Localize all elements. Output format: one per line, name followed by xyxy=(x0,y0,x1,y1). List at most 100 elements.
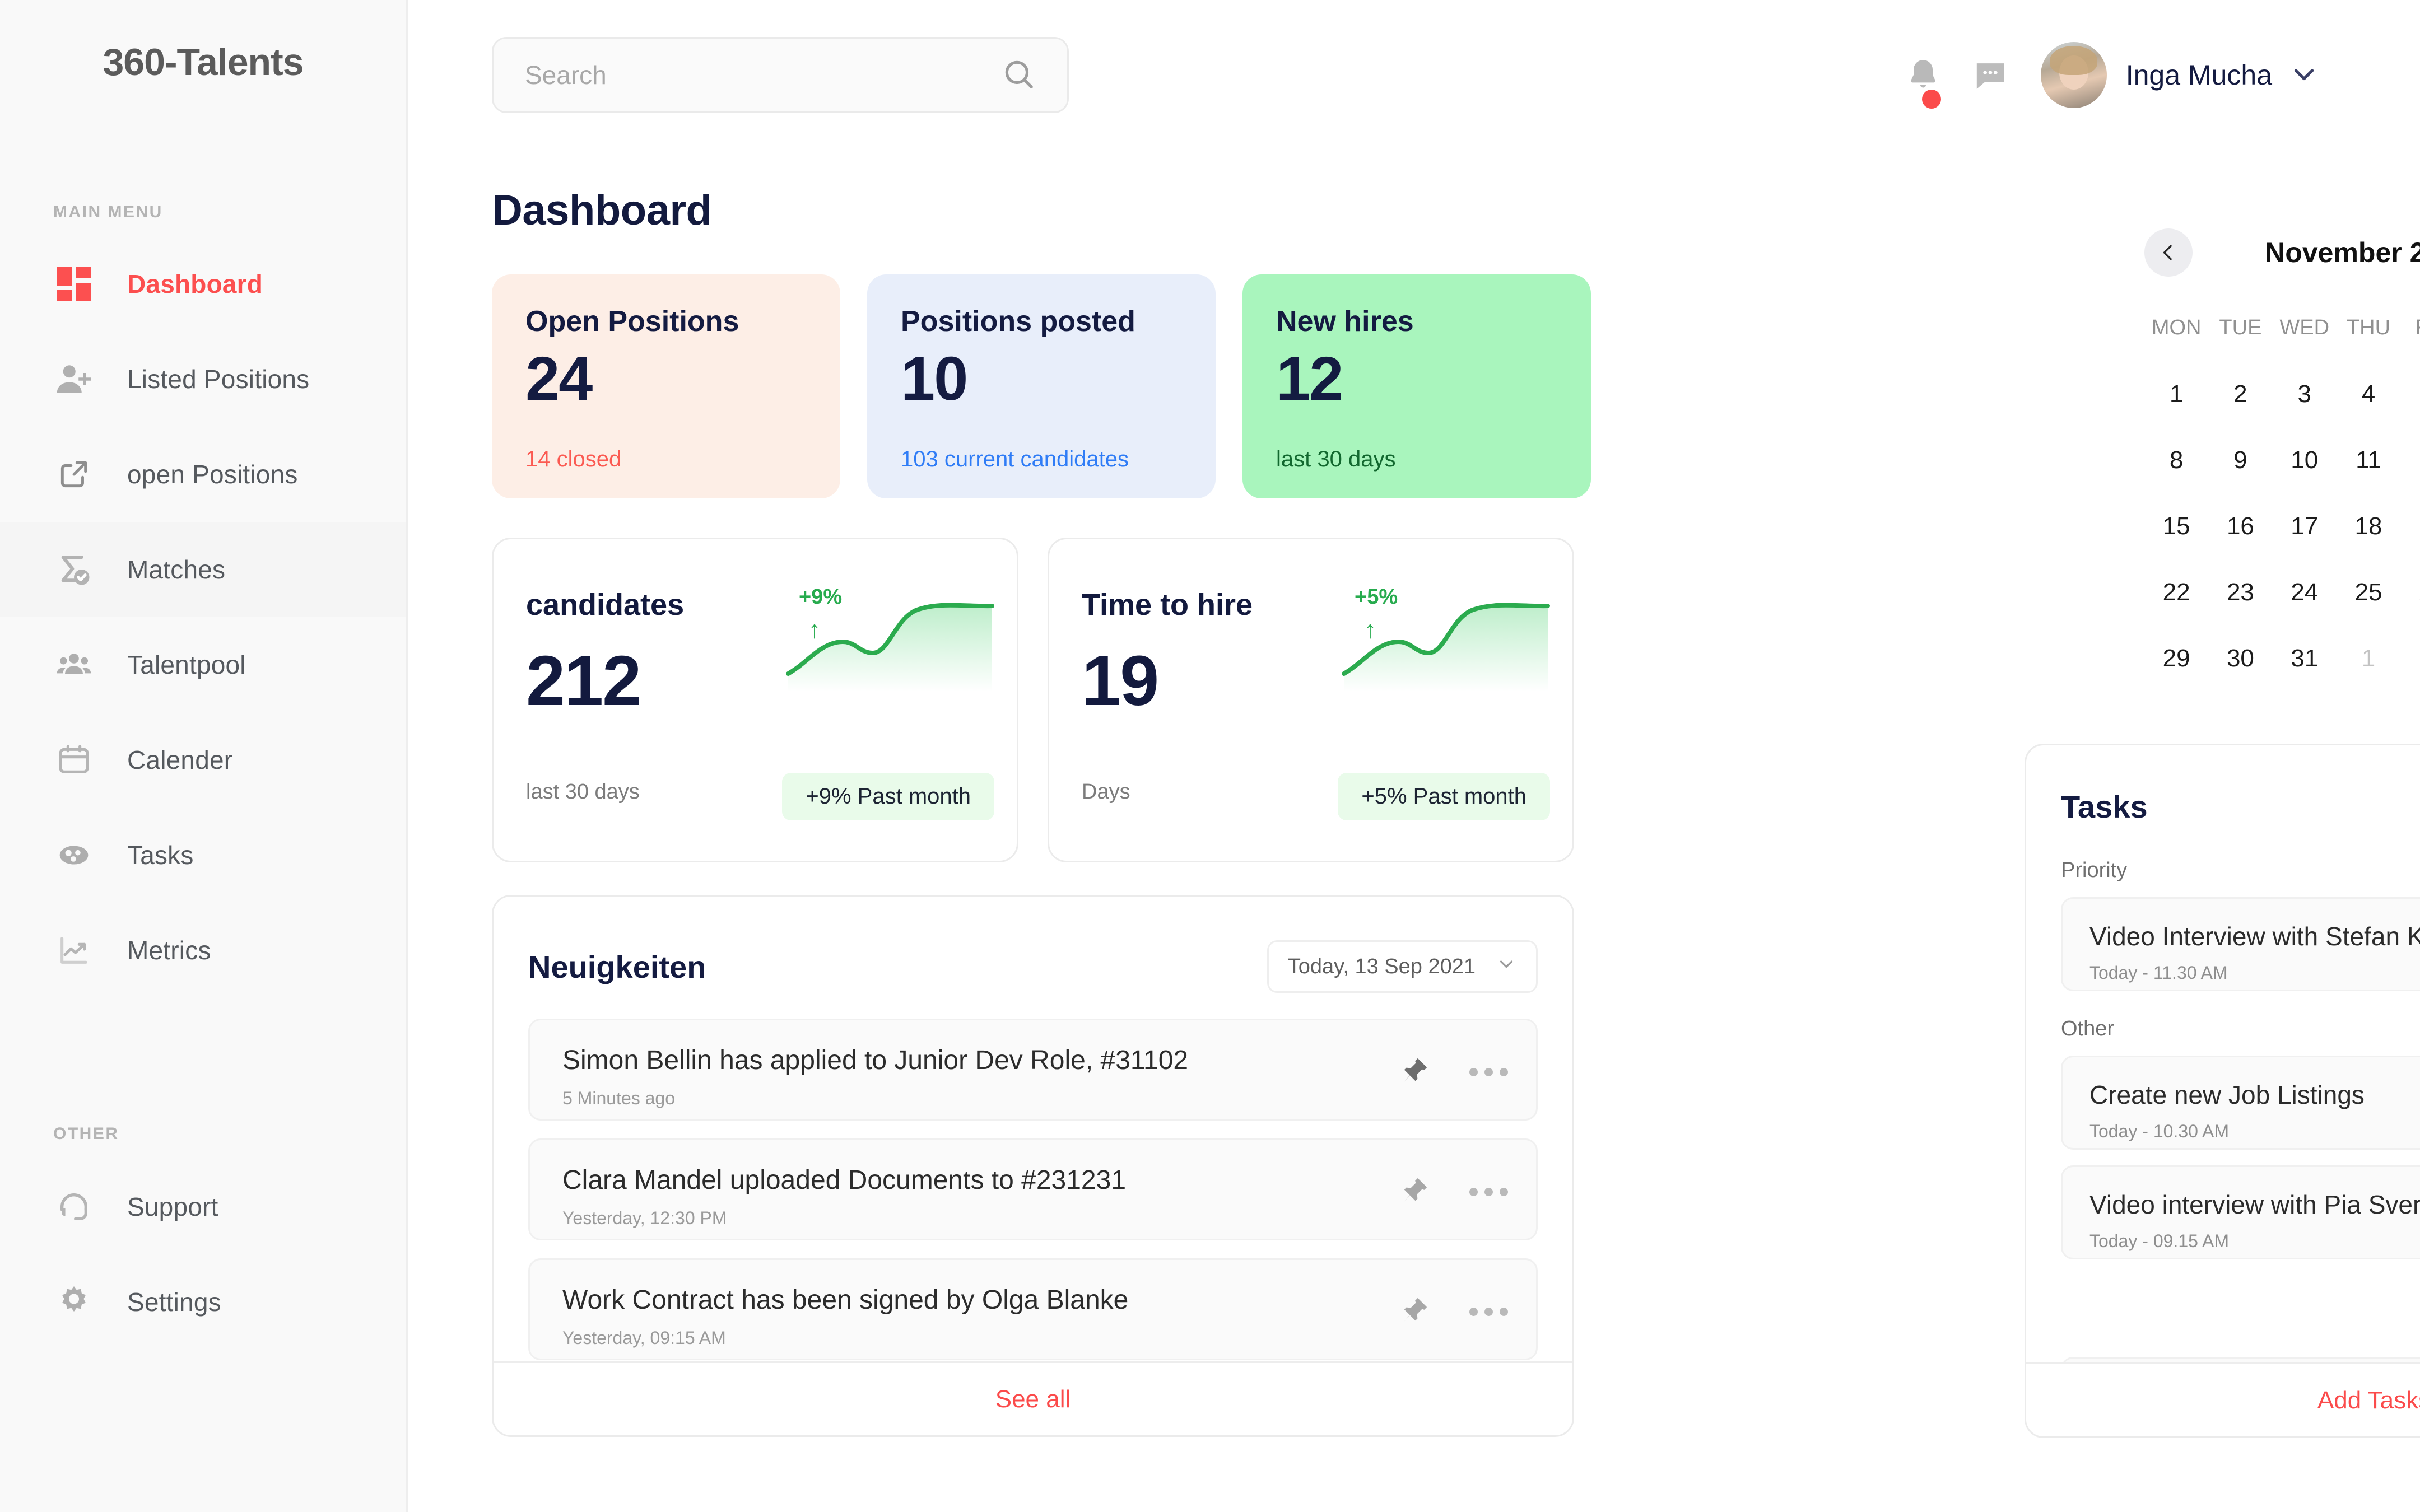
calendar-day[interactable]: 15 xyxy=(2144,493,2208,559)
calendar-month-label: November 2023 xyxy=(2265,237,2420,268)
stat-value: 12 xyxy=(1276,344,1343,413)
sidebar-item-open-positions[interactable]: open Positions xyxy=(0,427,406,522)
calendar-day[interactable]: 8 xyxy=(2144,427,2208,493)
calendar-day[interactable]: 30 xyxy=(2208,626,2272,692)
calendar-day[interactable]: 1 xyxy=(2144,361,2208,427)
sidebar-item-label: Calender xyxy=(127,745,233,774)
sidebar-item-matches[interactable]: Matches xyxy=(0,522,406,617)
sidebar-item-label: Settings xyxy=(127,1287,221,1317)
sidebar-item-label: Talentpool xyxy=(127,650,246,679)
sigma-check-icon xyxy=(53,549,95,590)
news-item-title: Simon Bellin has applied to Junior Dev R… xyxy=(562,1046,1189,1075)
calendar-day[interactable]: 11 xyxy=(2337,427,2400,493)
tasks-panel: Tasks Today, 1.11.2023 Priority Video In… xyxy=(2025,744,2420,1438)
calendar-day[interactable]: 29 xyxy=(2144,626,2208,692)
task-item[interactable]: Video interview with Pia Sverin Today - … xyxy=(2061,1165,2420,1259)
calendar-day[interactable]: 2 xyxy=(2208,361,2272,427)
calendar-day[interactable]: 5 xyxy=(2400,361,2420,427)
news-item-actions xyxy=(1399,1055,1508,1089)
avatar[interactable] xyxy=(2040,42,2107,108)
sidebar-item-dashboard[interactable]: Dashboard xyxy=(0,236,406,332)
calendar-day[interactable]: 24 xyxy=(2273,559,2337,626)
search-icon[interactable] xyxy=(1001,57,1036,94)
sidebar-item-listed-positions[interactable]: Listed Positions xyxy=(0,332,406,427)
metric-sub: Days xyxy=(1082,780,1130,804)
calendar-dow: THU xyxy=(2346,316,2391,339)
pin-icon[interactable] xyxy=(1399,1295,1430,1329)
metric-card-time-to-hire[interactable]: Time to hire 19 Days +5% ↑ +5% Past mont… xyxy=(1048,538,1574,862)
calendar-day[interactable]: 18 xyxy=(2337,493,2400,559)
app-root: 360-Talents MAIN MENU Dashboard Listed P… xyxy=(0,0,2420,1512)
news-item[interactable]: Work Contract has been signed by Olga Bl… xyxy=(528,1258,1538,1360)
task-title: Video interview with Pia Sverin xyxy=(2089,1190,2420,1219)
pin-icon[interactable] xyxy=(1399,1055,1430,1089)
task-time: Today - 10.30 AM xyxy=(2089,1121,2230,1141)
headset-icon xyxy=(53,1186,95,1228)
grid-icon xyxy=(53,263,95,305)
task-item[interactable]: Create new Job Listings Today - 10.30 AM xyxy=(2061,1056,2420,1150)
add-tasks-button[interactable]: Add Tasks xyxy=(2026,1362,2420,1436)
chart-line-icon xyxy=(53,930,95,971)
calendar-icon xyxy=(53,739,95,781)
chevron-down-icon[interactable] xyxy=(2288,58,2320,93)
more-options-icon[interactable] xyxy=(1469,1068,1508,1076)
calendar-prev-button[interactable] xyxy=(2144,228,2193,277)
news-item[interactable]: Simon Bellin has applied to Junior Dev R… xyxy=(528,1019,1538,1121)
calendar-day[interactable]: 10 xyxy=(2273,427,2337,493)
sidebar-item-label: Tasks xyxy=(127,841,194,870)
sidebar-item-metrics[interactable]: Metrics xyxy=(0,903,406,998)
calendar-day[interactable]: 23 xyxy=(2208,559,2272,626)
gear-icon xyxy=(53,1281,95,1323)
trend-up-icon: ↑ xyxy=(1364,616,1376,643)
task-title: Video Interview with Stefan Klein xyxy=(2089,922,2420,951)
sidebar-item-talentpool[interactable]: Talentpool xyxy=(0,617,406,712)
news-list: Simon Bellin has applied to Junior Dev R… xyxy=(494,993,1572,1360)
calendar-day[interactable]: 25 xyxy=(2337,559,2400,626)
news-date-filter-value: Today, 13 Sep 2021 xyxy=(1287,954,1476,978)
more-options-icon[interactable] xyxy=(1469,1308,1508,1316)
calendar-day[interactable]: 9 xyxy=(2208,427,2272,493)
news-item-time: Yesterday, 12:30 PM xyxy=(562,1208,727,1228)
news-date-filter[interactable]: Today, 13 Sep 2021 xyxy=(1267,940,1538,993)
metric-pill: +9% Past month xyxy=(782,773,994,820)
calendar-day[interactable]: 17 xyxy=(2273,493,2337,559)
notifications-button[interactable] xyxy=(1890,56,1957,109)
calendar-day[interactable]: 1 xyxy=(2337,626,2400,692)
sidebar-item-label: Metrics xyxy=(127,936,211,965)
calendar-day[interactable]: 31 xyxy=(2273,626,2337,692)
pin-icon[interactable] xyxy=(1399,1175,1430,1209)
calendar-dow: TUE xyxy=(2219,316,2262,339)
news-item[interactable]: Clara Mandel uploaded Documents to #2312… xyxy=(528,1138,1538,1240)
calendar-day[interactable]: 26 xyxy=(2400,559,2420,626)
stat-card-new-hires[interactable]: New hires 12 last 30 days xyxy=(1242,274,1591,498)
page-title: Dashboard xyxy=(492,186,712,234)
calendar-day[interactable]: 3 xyxy=(2273,361,2337,427)
sidebar-item-support[interactable]: Support xyxy=(0,1159,406,1254)
calendar-day[interactable]: 16 xyxy=(2208,493,2272,559)
metric-pct: +9% xyxy=(799,585,843,609)
calendar-day[interactable]: 2 xyxy=(2400,626,2420,692)
calendar-day[interactable]: 4 xyxy=(2337,361,2400,427)
news-item-time: 5 Minutes ago xyxy=(562,1088,676,1108)
stat-card-open-positions[interactable]: Open Positions 24 14 closed xyxy=(492,274,840,498)
see-all-button[interactable]: See all xyxy=(494,1361,1572,1435)
search-input[interactable]: Search xyxy=(492,37,1069,113)
metric-card-candidates[interactable]: candidates 212 last 30 days +9% ↑ +9% Pa… xyxy=(492,538,1018,862)
sidebar-item-tasks[interactable]: Tasks xyxy=(0,808,406,903)
task-time: Today - 09.15 AM xyxy=(2089,1231,2230,1251)
stat-card-positions-posted[interactable]: Positions posted 10 103 current candidat… xyxy=(867,274,1216,498)
sidebar-item-calender[interactable]: Calender xyxy=(0,712,406,808)
messages-button[interactable] xyxy=(1957,57,2024,94)
more-options-icon[interactable] xyxy=(1469,1188,1508,1196)
calendar-day[interactable]: 12 xyxy=(2400,427,2420,493)
sidebar-item-label: open Positions xyxy=(127,460,298,489)
calendar-day[interactable]: 22 xyxy=(2144,559,2208,626)
calendar-grid: MON TUE WED THU FRI SAT SUN 1 2 3 4 5 6 … xyxy=(2144,316,2420,692)
top-bar: Search Inga Mucha xyxy=(408,0,2420,150)
sidebar-item-settings[interactable]: Settings xyxy=(0,1254,406,1350)
sidebar-main-nav: Dashboard Listed Positions open Position… xyxy=(0,236,406,998)
external-link-icon xyxy=(53,454,95,495)
task-item[interactable]: Video Interview with Stefan Klein Today … xyxy=(2061,897,2420,991)
metric-sub: last 30 days xyxy=(526,780,640,804)
calendar-day[interactable]: 19 xyxy=(2400,493,2420,559)
